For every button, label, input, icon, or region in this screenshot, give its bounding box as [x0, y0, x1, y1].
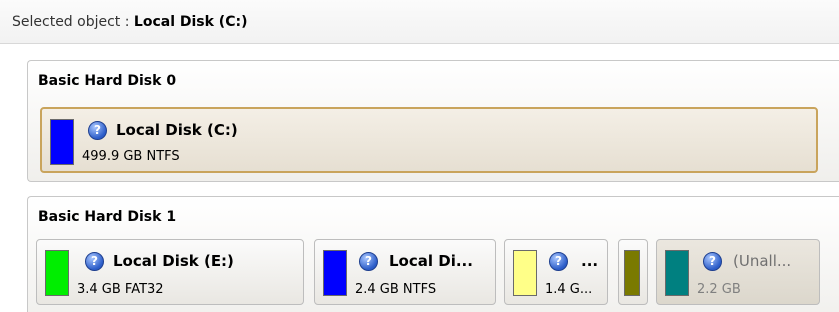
selected-object-value: Local Disk (C:): [133, 14, 248, 30]
disk-title: Basic Hard Disk 1: [38, 209, 177, 225]
disk-map-panel: Basic Hard Disk 0 ? Local Disk (C:) 499.…: [0, 44, 839, 312]
partition-color-swatch: [624, 250, 640, 296]
question-icon: ?: [703, 252, 722, 271]
partition-size: 2.4 GB NTFS: [355, 282, 437, 297]
question-icon: ?: [549, 252, 568, 271]
question-icon: ?: [88, 121, 107, 140]
selected-object-bar: Selected object : Local Disk (C:): [0, 0, 839, 44]
partition-size: 499.9 GB NTFS: [82, 149, 180, 164]
partition-color-swatch: [665, 250, 689, 296]
partition-name: ...: [581, 252, 599, 270]
partition-color-swatch: [323, 250, 347, 296]
partition-local-disk-e[interactable]: ? Local Disk (E:) 3.4 GB FAT32: [36, 239, 304, 305]
disk-title: Basic Hard Disk 0: [38, 73, 177, 89]
partition-name: Local Disk (C:): [116, 121, 238, 139]
partition-size: 1.4 G...: [545, 282, 593, 297]
selected-object-label: Selected object :: [12, 14, 134, 30]
partition-size: 2.2 GB: [697, 282, 741, 297]
partition-4[interactable]: [618, 239, 648, 305]
partition-name: Local Di...: [389, 252, 473, 270]
disk-group-1[interactable]: Basic Hard Disk 1 ? Local Disk (E:) 3.4 …: [27, 196, 839, 312]
partition-color-swatch: [50, 119, 74, 165]
partition-name: Local Disk (E:): [113, 252, 234, 270]
selected-object-text: Selected object : Local Disk (C:): [12, 14, 247, 30]
partition-color-swatch: [513, 250, 537, 296]
disk-group-0[interactable]: Basic Hard Disk 0 ? Local Disk (C:) 499.…: [27, 60, 839, 182]
question-icon: ?: [359, 252, 378, 271]
partition-3[interactable]: ? ... 1.4 G...: [504, 239, 608, 305]
partition-color-swatch: [45, 250, 69, 296]
partition-unallocated[interactable]: ? (Unall... 2.2 GB: [656, 239, 820, 305]
partition-size: 3.4 GB FAT32: [77, 282, 164, 297]
partition-local-disk-c[interactable]: ? Local Disk (C:) 499.9 GB NTFS: [40, 107, 818, 173]
question-icon: ?: [85, 252, 104, 271]
partition-name: (Unall...: [733, 252, 792, 270]
partition-local-disk-2[interactable]: ? Local Di... 2.4 GB NTFS: [314, 239, 496, 305]
